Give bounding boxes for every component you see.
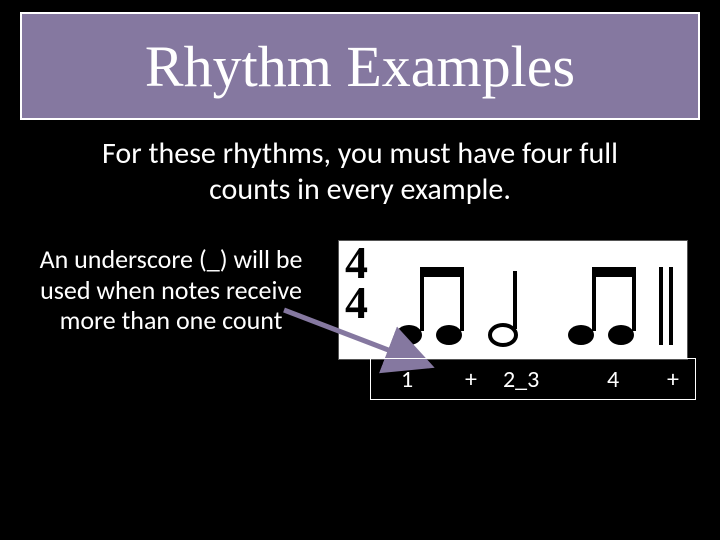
time-sig-bottom: 4	[345, 283, 368, 323]
time-signature: 4 4	[345, 243, 368, 324]
subtitle-text: For these rhythms, you must have four fu…	[40, 136, 680, 208]
count-labels: 1 + 2_3 4 +	[370, 358, 696, 400]
title-box: Rhythm Examples	[20, 12, 700, 120]
count-2-3: 2_3	[503, 365, 539, 394]
page-title: Rhythm Examples	[145, 33, 575, 100]
count-and1: +	[465, 365, 477, 394]
count-4: 4	[607, 365, 619, 394]
count-1: 1	[401, 365, 413, 394]
count-and2: +	[667, 365, 679, 394]
explanation-text: An underscore (_) will be used when note…	[26, 244, 316, 336]
notes-icon	[393, 247, 681, 355]
music-notation: 4 4	[338, 240, 688, 360]
